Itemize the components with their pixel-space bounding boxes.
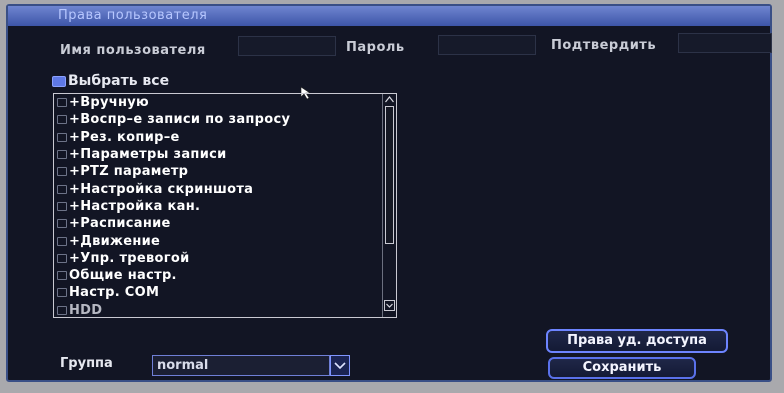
- scroll-up-arrow-icon[interactable]: [385, 96, 394, 103]
- checkbox-icon[interactable]: [57, 236, 67, 246]
- save-button[interactable]: Сохранить: [548, 357, 696, 379]
- checkbox-icon[interactable]: [57, 219, 67, 229]
- permission-item[interactable]: +Движение: [54, 232, 396, 249]
- checkbox-icon[interactable]: [57, 288, 67, 298]
- select-all-label: Выбрать все: [68, 73, 170, 89]
- checkbox-icon[interactable]: [57, 150, 67, 160]
- username-field[interactable]: [238, 36, 336, 56]
- checkbox-icon[interactable]: [57, 201, 67, 211]
- permission-label: +Рез. копир–е: [69, 129, 180, 145]
- permission-label: +Расписание: [69, 216, 171, 232]
- checkbox-checked-icon: [52, 75, 66, 87]
- permission-item[interactable]: +Рез. копир–е: [54, 129, 396, 146]
- permission-label: +PTZ параметр: [69, 164, 189, 180]
- password-label: Пароль: [346, 40, 405, 55]
- permission-item[interactable]: Настр. COM: [54, 284, 396, 301]
- group-label: Группа: [60, 356, 113, 371]
- permission-label: +Параметры записи: [69, 147, 227, 163]
- checkbox-icon[interactable]: [57, 132, 67, 142]
- permission-item[interactable]: +Расписание: [54, 215, 396, 232]
- scroll-down-button[interactable]: [384, 300, 395, 311]
- checkbox-icon[interactable]: [57, 253, 67, 263]
- checkbox-icon[interactable]: [57, 184, 67, 194]
- checkbox-icon[interactable]: [57, 98, 67, 108]
- dialog-title: Права пользователя: [58, 8, 208, 23]
- chevron-down-icon: [386, 303, 393, 308]
- title-bar: Права пользователя: [8, 6, 770, 26]
- permission-item[interactable]: Общие настр.: [54, 267, 396, 284]
- permissions-scrollbar[interactable]: [382, 94, 396, 317]
- permission-item[interactable]: +PTZ параметр: [54, 163, 396, 180]
- scroll-thumb[interactable]: [385, 106, 394, 244]
- chevron-down-icon: [334, 362, 346, 370]
- checkbox-icon[interactable]: [57, 271, 67, 281]
- permission-label: +Настройка кан.: [69, 198, 201, 214]
- permission-label: +Вручную: [69, 95, 149, 111]
- permission-item[interactable]: +Упр. тревогой: [54, 250, 396, 267]
- permission-label: HDD: [69, 302, 103, 318]
- checkbox-icon[interactable]: [57, 115, 67, 125]
- permission-label: Общие настр.: [69, 268, 177, 284]
- permissions-list[interactable]: +Вручную +Воспр–е записи по запросу +Рез. …: [53, 93, 397, 318]
- username-label: Имя пользователя: [60, 43, 206, 58]
- group-select[interactable]: normal: [152, 355, 330, 376]
- permission-label: +Движение: [69, 233, 161, 249]
- permission-label: +Упр. тревогой: [69, 250, 190, 266]
- confirm-label: Подтвердить: [551, 38, 657, 53]
- permission-item[interactable]: +Настройка скриншота: [54, 180, 396, 197]
- group-dropdown-button[interactable]: [330, 355, 350, 376]
- remote-access-rights-button[interactable]: Права уд. доступа: [546, 329, 728, 353]
- confirm-field[interactable]: [678, 33, 772, 53]
- select-all-checkbox[interactable]: Выбрать все: [52, 72, 169, 90]
- permission-item[interactable]: +Воспр–е записи по запросу: [54, 111, 396, 128]
- password-field[interactable]: [438, 35, 536, 55]
- permission-item[interactable]: +Настройка кан.: [54, 198, 396, 215]
- permission-label: +Настройка скриншота: [69, 181, 254, 197]
- checkbox-icon[interactable]: [57, 305, 67, 315]
- permission-item[interactable]: +Вручную: [54, 94, 396, 111]
- permission-label: +Воспр–е записи по запросу: [69, 112, 291, 128]
- permission-item[interactable]: HDD: [54, 302, 396, 318]
- checkbox-icon[interactable]: [57, 167, 67, 177]
- permission-item[interactable]: +Параметры записи: [54, 146, 396, 163]
- permission-label: Настр. COM: [69, 285, 160, 301]
